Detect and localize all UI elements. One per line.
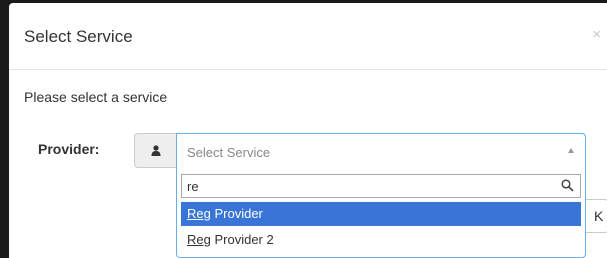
select-service-modal: Select Service × Please select a service… xyxy=(9,3,607,258)
caret-up-icon xyxy=(568,148,574,153)
result-match: Reg xyxy=(187,232,211,247)
service-dropdown: Reg Provider Reg Provider 2 xyxy=(176,168,586,258)
modal-header: Select Service × xyxy=(9,3,607,70)
modal-title: Select Service xyxy=(24,27,133,46)
provider-label: Provider: xyxy=(38,141,100,157)
result-item[interactable]: Reg Provider xyxy=(181,202,581,226)
result-rest: Provider 2 xyxy=(210,232,274,247)
close-button[interactable]: × xyxy=(592,27,601,42)
service-select[interactable]: Select Service xyxy=(176,133,586,168)
search-input[interactable] xyxy=(182,175,552,197)
provider-addon xyxy=(134,133,176,168)
result-item[interactable]: Reg Provider 2 xyxy=(181,228,581,252)
result-rest: Provider xyxy=(210,206,263,221)
dropdown-search xyxy=(181,174,581,198)
result-match: Reg xyxy=(187,206,211,221)
select-placeholder: Select Service xyxy=(187,145,271,160)
prompt-text: Please select a service xyxy=(24,89,168,105)
user-icon xyxy=(151,145,160,156)
search-icon xyxy=(561,179,574,192)
